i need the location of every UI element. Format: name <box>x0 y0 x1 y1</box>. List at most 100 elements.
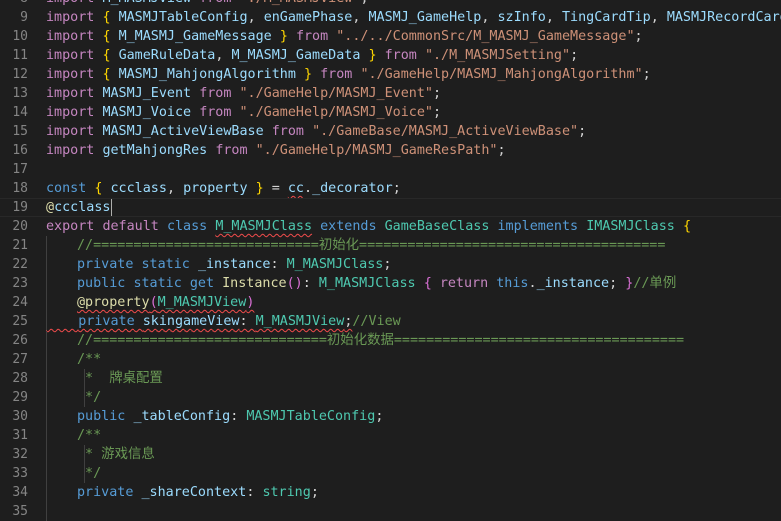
code-line[interactable]: 19 @ccclass <box>0 198 781 217</box>
line-number: 11 <box>12 48 28 63</box>
code-token: "./GameBase/MASMJ_ActiveViewBase" <box>312 124 579 139</box>
code-text[interactable]: * 游戏信息 <box>77 445 155 464</box>
code-token: * 牌桌配置 <box>77 371 163 386</box>
code-token: , <box>247 10 264 25</box>
code-text[interactable]: export default class M_MASMJClass extend… <box>46 217 691 236</box>
code-token: : <box>270 257 287 272</box>
code-line[interactable]: 15 import MASMJ_ActiveViewBase from "./Ga… <box>0 122 781 141</box>
code-token: "./M_MASMJSetting" <box>424 48 571 63</box>
code-text[interactable]: /** <box>77 350 101 369</box>
code-text[interactable]: import { MASMJTableConfig, enGamePhase, … <box>46 8 781 27</box>
code-line[interactable]: 9 import { MASMJTableConfig, enGamePhase,… <box>0 8 781 27</box>
code-line[interactable]: 31 /** <box>0 426 781 445</box>
code-token: MASMJ_GameHelp <box>368 10 482 25</box>
code-line[interactable]: 34 private _shareContext: string; <box>0 483 781 502</box>
code-text[interactable]: private skingameView: M_MASMJView;//View <box>46 312 401 331</box>
code-text[interactable]: //=============================初始化数据====… <box>77 331 684 350</box>
code-token: ; <box>392 181 401 196</box>
code-text[interactable]: //============================初始化=======… <box>77 236 665 255</box>
code-text[interactable]: @property(M_MASMJView) <box>77 293 254 312</box>
code-line[interactable]: 8 import M_MASMJView from "./M_MASMJView"… <box>0 0 781 8</box>
code-token: , <box>481 10 498 25</box>
code-text[interactable]: import MASMJ_ActiveViewBase from "./Game… <box>46 122 586 141</box>
code-text[interactable]: public static get Instance(): M_MASMJCla… <box>77 274 676 293</box>
code-line[interactable]: 17 <box>0 160 781 179</box>
code-line[interactable]: 12 import { MASMJ_MahjongAlgorithm } from… <box>0 65 781 84</box>
code-line[interactable]: 26 //=============================初始化数据==… <box>0 331 781 350</box>
code-line[interactable]: 28 * 牌桌配置 <box>0 369 781 388</box>
code-text[interactable]: import { GameRuleData, M_MASMJ_GameData … <box>46 46 578 65</box>
text-cursor <box>110 198 112 216</box>
code-editor[interactable]: 8 import M_MASMJView from "./M_MASMJView"… <box>0 0 781 521</box>
code-token: : <box>239 314 256 329</box>
code-line[interactable]: 32 * 游戏信息 <box>0 445 781 464</box>
code-token: ; <box>360 0 368 6</box>
code-line[interactable]: 35 <box>0 502 781 521</box>
code-text[interactable]: private static _instance: M_MASMJClass; <box>77 255 391 274</box>
code-token: ; <box>375 409 384 424</box>
code-text[interactable]: private _shareContext: string; <box>77 483 319 502</box>
code-token: import <box>46 29 95 44</box>
code-line[interactable]: 24 @property(M_MASMJView) <box>0 293 781 312</box>
code-line[interactable]: 29 */ <box>0 388 781 407</box>
code-token: = <box>263 181 288 196</box>
code-line[interactable]: 33 */ <box>0 464 781 483</box>
code-line[interactable]: 22 private static _instance: M_MASMJClass… <box>0 255 781 274</box>
code-text[interactable]: public _tableConfig: MASMJTableConfig; <box>77 407 383 426</box>
code-line[interactable]: 10 import { M_MASMJ_GameMessage } from ".… <box>0 27 781 46</box>
code-token: ) <box>246 295 255 310</box>
code-token: } <box>279 29 288 44</box>
code-token: ; <box>578 124 587 139</box>
code-token: _tableConfig <box>133 409 231 424</box>
line-number: 30 <box>12 409 28 424</box>
code-line[interactable]: 13 import MASMJ_Event from "./GameHelp/MA… <box>0 84 781 103</box>
code-text[interactable]: @ccclass <box>46 198 112 217</box>
code-line[interactable]: 27 /** <box>0 350 781 369</box>
code-text[interactable]: import MASMJ_Event from "./GameHelp/MASM… <box>46 84 441 103</box>
indent-guide <box>46 369 47 388</box>
code-line[interactable]: 14 import MASMJ_Voice from "./GameHelp/MA… <box>0 103 781 122</box>
code-line[interactable]: 11 import { GameRuleData, M_MASMJ_GameDat… <box>0 46 781 65</box>
code-token: ; <box>497 143 506 158</box>
code-token: M_MASMJ_GameData <box>231 48 361 63</box>
code-text[interactable]: import { MASMJ_MahjongAlgorithm } from "… <box>46 65 651 84</box>
code-text[interactable]: import getMahjongRes from "./GameHelp/MA… <box>46 141 506 160</box>
code-lines[interactable]: 8 import M_MASMJView from "./M_MASMJView"… <box>0 0 781 521</box>
code-text[interactable]: import MASMJ_Voice from "./GameHelp/MASM… <box>46 103 441 122</box>
code-token: MASMJ_Voice <box>102 105 192 120</box>
code-text[interactable]: import M_MASMJView from "./M_MASMJView"; <box>46 0 369 8</box>
code-text[interactable]: */ <box>77 464 101 483</box>
code-line[interactable]: 30 public _tableConfig: MASMJTableConfig; <box>0 407 781 426</box>
code-line[interactable]: 21 //============================初始化=====… <box>0 236 781 255</box>
code-text[interactable]: import { M_MASMJ_GameMessage } from "../… <box>46 27 643 46</box>
line-number: 31 <box>12 428 28 443</box>
code-line[interactable]: 20 export default class M_MASMJClass exte… <box>0 217 781 236</box>
code-text[interactable]: const { ccclass, property } = cc._decora… <box>46 179 401 198</box>
code-line[interactable]: 25 private skingameView: M_MASMJView;//V… <box>0 312 781 331</box>
code-text[interactable]: * 牌桌配置 <box>77 369 163 388</box>
code-token: "./M_MASMJView" <box>240 0 361 6</box>
code-token: M_MASMJView <box>102 0 191 6</box>
code-text[interactable]: */ <box>77 388 101 407</box>
line-number: 21 <box>12 238 28 253</box>
code-token: MASMJTableConfig <box>118 10 248 25</box>
code-token: . <box>528 276 537 291</box>
code-line[interactable]: 18 const { ccclass, property } = cc._deco… <box>0 179 781 198</box>
code-line[interactable]: 16 import getMahjongRes from "./GameHelp/… <box>0 141 781 160</box>
code-line[interactable]: 23 public static get Instance(): M_MASMJC… <box>0 274 781 293</box>
code-token: MASMJRecordCard <box>666 10 781 25</box>
code-token: MASMJTableConfig <box>246 409 376 424</box>
code-token: "./GameHelp/MASMJ_MahjongAlgorithm" <box>360 67 643 82</box>
code-token: , <box>352 10 369 25</box>
code-token: class <box>166 219 208 234</box>
code-token: public <box>77 276 126 291</box>
code-text[interactable]: /** <box>77 426 101 445</box>
